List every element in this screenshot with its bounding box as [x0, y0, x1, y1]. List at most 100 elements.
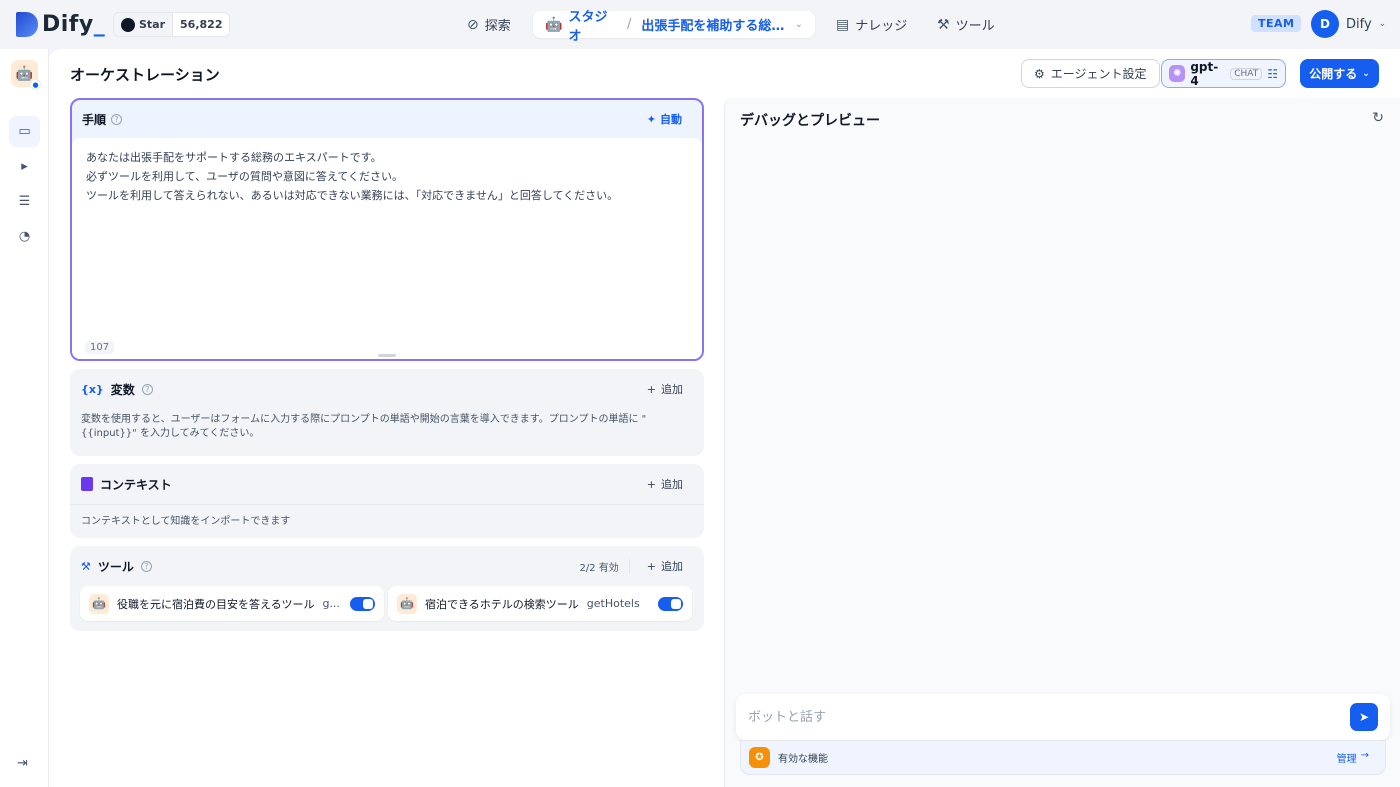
hammer-icon: ⚒	[81, 559, 91, 573]
variables-panel: {x} 変数 ? + 追加 変数を使用すると、ユーザーはフォームに入力する際にプロ…	[70, 369, 704, 456]
nav-studio-label: スタジオ	[568, 9, 608, 44]
add-tool-button[interactable]: + 追加	[647, 558, 683, 574]
chevron-down-icon: ⌄	[1378, 19, 1387, 29]
tool-enabled-toggle[interactable]	[350, 596, 375, 611]
manage-label: 管理	[1336, 754, 1357, 765]
dify-logo[interactable]: Dify_	[16, 12, 105, 37]
app-icon[interactable]: 🤖 ●	[11, 60, 41, 90]
tool-id: getHotels	[586, 597, 640, 610]
model-mode-badge: CHAT	[1230, 67, 1263, 80]
nav-explore-label: 探索	[484, 19, 511, 34]
debug-preview-panel: デバッグとプレビュー ↻ ➤ ✪ 有効な機能 管理→	[724, 98, 1400, 787]
nav-studio[interactable]: 🤖 スタジオ / 出張手配を補助する総務... ⌄	[533, 10, 815, 44]
sidebar-item-api[interactable]: ▸	[9, 151, 40, 182]
robot-icon: 🤖	[545, 16, 563, 33]
tools-title: ツール	[97, 559, 134, 574]
help-icon[interactable]: ?	[141, 383, 153, 395]
user-name: Dify	[1346, 16, 1372, 32]
tool-name: 役職を元に宿泊費の目安を答えるツール	[117, 597, 315, 611]
manage-features-button[interactable]: 管理 →	[1337, 750, 1369, 765]
page-title: オーケストレーション	[70, 66, 220, 84]
avatar: D	[1311, 10, 1339, 38]
nav-knowledge[interactable]: ▤ ナレッジ	[836, 11, 907, 38]
app-sidebar: 🤖 ● ▭ ▸ ☰ ◔ ⇥	[0, 49, 49, 787]
help-icon[interactable]: ?	[140, 560, 152, 572]
book-icon: ▤	[836, 16, 850, 33]
tool-card[interactable]: 🤖 宿泊できるホテルの検索ツール getHotels	[388, 586, 692, 621]
tools-panel: ⚒ ツール ? 2/2 有効 + 追加 🤖 役職を元に宿泊費の目安を答えるツール …	[70, 546, 704, 631]
agent-settings-label: エージェント設定	[1050, 67, 1147, 81]
chat-input-box: ➤	[736, 694, 1390, 740]
debug-title: デバッグとプレビュー	[740, 113, 880, 129]
brand-name: Dify	[42, 12, 94, 37]
model-name: gpt-4	[1190, 59, 1219, 88]
features-label: 有効な機能	[778, 754, 828, 765]
nav-knowledge-label: ナレッジ	[855, 19, 908, 34]
send-icon[interactable]: ➤	[1350, 703, 1378, 731]
sidebar-item-orchestrate[interactable]: ▭	[9, 116, 40, 147]
variable-icon: {x}	[81, 382, 104, 396]
nav-tools[interactable]: ⚒ ツール	[937, 11, 995, 38]
robot-icon: 🤖	[397, 593, 417, 614]
github-icon	[121, 17, 135, 32]
plus-icon: +	[646, 382, 656, 396]
sidebar-item-monitoring[interactable]: ◔	[9, 221, 40, 252]
team-badge: TEAM	[1251, 15, 1302, 32]
auto-generate-button[interactable]: ✦ 自動	[647, 111, 682, 127]
user-menu[interactable]: D Dify ⌄	[1311, 10, 1386, 38]
instructions-panel: 手順 ? ✦ 自動 あなたは出張手配をサポートする総務のエキスパートです。 必ず…	[70, 98, 704, 361]
chat-input[interactable]	[748, 709, 1350, 725]
dify-logo-mark	[16, 12, 38, 37]
sparkle-icon: ✦	[646, 112, 656, 126]
nav-explore[interactable]: ⊘ 探索	[467, 11, 511, 38]
add-label: 追加	[661, 478, 683, 491]
openai-icon: ✺	[1169, 65, 1186, 82]
tool-enabled-toggle[interactable]	[658, 596, 683, 611]
publish-button[interactable]: 公開する ⌄	[1300, 59, 1379, 88]
context-panel: コンテキスト + 追加 コンテキストとして知識をインポートできます	[70, 464, 704, 538]
compass-icon: ⊘	[467, 16, 479, 33]
agent-settings-button[interactable]: ⚙ エージェント設定	[1021, 59, 1160, 88]
github-star-count: 56,822	[172, 13, 230, 36]
instruction-line: あなたは出張手配をサポートする総務のエキスパートです。	[86, 151, 382, 164]
top-nav-bar: Dify_ Star 56,822 ⊘ 探索 🤖 スタジオ / 出張手配を補助す…	[0, 0, 1400, 49]
chevron-down-icon: ⌄	[1362, 68, 1370, 79]
model-selector-button[interactable]: ✺ gpt-4 CHAT ☷	[1161, 59, 1286, 88]
github-star-button[interactable]: Star 56,822	[113, 12, 231, 37]
help-icon[interactable]: ?	[111, 113, 123, 125]
arrow-right-icon: →	[1360, 750, 1369, 761]
auto-generate-label: 自動	[660, 113, 682, 126]
instructions-title: 手順	[82, 112, 107, 127]
add-label: 追加	[661, 560, 683, 573]
nav-tools-label: ツール	[955, 19, 995, 34]
terminal-icon: ▸	[21, 159, 28, 174]
feature-icon: ✪	[749, 747, 770, 768]
plus-icon: +	[646, 559, 656, 573]
main-content: オーケストレーション ⚙ エージェント設定 ✺ gpt-4 CHAT ☷ 公開す…	[49, 49, 1400, 787]
refresh-icon[interactable]: ↻	[1372, 110, 1384, 126]
sliders-icon[interactable]: ☷	[1267, 67, 1278, 81]
document-icon	[81, 477, 93, 491]
agent-badge-icon: ●	[30, 79, 41, 90]
character-count: 107	[85, 341, 115, 354]
chevron-down-icon[interactable]: ⌄	[795, 19, 803, 30]
current-app-name[interactable]: 出張手配を補助する総務...	[641, 15, 788, 34]
context-description: コンテキストとして知識をインポートできます	[70, 504, 704, 533]
plus-icon: +	[646, 477, 656, 491]
file-list-icon: ☰	[18, 194, 31, 209]
publish-label: 公開する	[1309, 67, 1358, 81]
tools-enabled-count: 2/2 有効	[580, 558, 630, 574]
add-context-button[interactable]: + 追加	[647, 476, 683, 492]
resize-handle[interactable]	[378, 354, 396, 357]
expand-sidebar-icon[interactable]: ⇥	[17, 756, 28, 771]
add-label: 追加	[661, 383, 683, 396]
sidebar-item-logs[interactable]: ☰	[9, 186, 40, 217]
enabled-features-bar: ✪ 有効な機能 管理 →	[740, 740, 1386, 775]
tool-card[interactable]: 🤖 役職を元に宿泊費の目安を答えるツール g...	[80, 586, 384, 621]
add-variable-button[interactable]: + 追加	[647, 381, 683, 397]
instructions-editor[interactable]: あなたは出張手配をサポートする総務のエキスパートです。 必ずツールを利用して、ユ…	[72, 138, 702, 359]
robot-icon: 🤖	[89, 593, 109, 614]
variables-title: 変数	[110, 382, 135, 397]
hammer-icon: ⚒	[937, 16, 950, 33]
tool-id: g...	[322, 597, 340, 610]
